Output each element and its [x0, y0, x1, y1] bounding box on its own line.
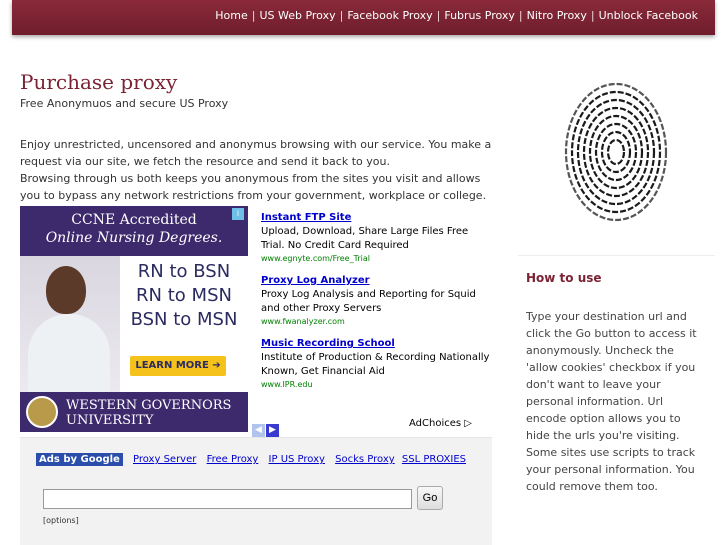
- how-to-use-title: How to use: [526, 271, 602, 285]
- options-link[interactable]: [options]: [43, 516, 79, 525]
- intro-paragraph-1: Enjoy unrestricted, uncensored and anony…: [20, 138, 492, 168]
- how-to-use-text: Type your destination url and click the …: [526, 310, 697, 493]
- banner-top-band: i CCNE Accredited Online Nursing Degrees…: [20, 206, 248, 256]
- next-arrow-icon[interactable]: ▶: [266, 424, 279, 437]
- link-ip-us-proxy[interactable]: IP US Proxy: [269, 454, 325, 465]
- university-name: WESTERN GOVERNORS UNIVERSITY: [66, 398, 232, 428]
- text-ad: Instant FTP Site Upload, Download, Share…: [261, 212, 491, 263]
- nav-nitro-proxy[interactable]: Nitro Proxy: [527, 9, 587, 22]
- intro-text: Enjoy unrestricted, uncensored and anony…: [20, 136, 500, 204]
- nav-unblock-facebook[interactable]: Unblock Facebook: [599, 9, 698, 22]
- learn-more-button[interactable]: LEARN MORE ➔: [130, 356, 226, 376]
- ads-by-google-label[interactable]: Ads by Google: [36, 453, 123, 466]
- text-ad-title[interactable]: Music Recording School: [261, 338, 491, 349]
- text-ad-desc: Proxy Log Analysis and Reporting for Squ…: [261, 289, 476, 314]
- link-free-proxy[interactable]: Free Proxy: [207, 454, 259, 465]
- intro-paragraph-2: Browsing through us both keeps you anony…: [20, 172, 487, 202]
- ad-info-icon[interactable]: i: [232, 208, 244, 220]
- banner-line-1: CCNE Accredited: [71, 212, 197, 228]
- nav-home[interactable]: Home: [215, 9, 247, 22]
- fingerprint-icon: [564, 82, 668, 222]
- banner-degrees: RN to BSN RN to MSN BSN to MSN: [120, 260, 248, 332]
- search-panel: Ads by Google Proxy Server Free Proxy IP…: [20, 437, 492, 545]
- nav-us-web-proxy[interactable]: US Web Proxy: [259, 9, 335, 22]
- top-nav: Home | US Web Proxy | Facebook Proxy | Fubrus …: [215, 9, 698, 22]
- text-ad-title[interactable]: Proxy Log Analyzer: [261, 275, 491, 286]
- header-bar: Home | US Web Proxy | Facebook Proxy | Fubrus …: [12, 0, 715, 35]
- text-ad-url[interactable]: www.egnyte.com/Free_Trial: [261, 254, 491, 263]
- ad-nav: ◀ ▶: [252, 417, 280, 437]
- go-button[interactable]: Go: [417, 486, 443, 510]
- text-ad-desc: Institute of Production & Recording Nati…: [261, 352, 490, 377]
- nav-facebook-proxy[interactable]: Facebook Proxy: [347, 9, 432, 22]
- url-input[interactable]: [43, 489, 412, 509]
- banner-bottom-band: WESTERN GOVERNORS UNIVERSITY: [20, 392, 248, 432]
- adchoices-link[interactable]: AdChoices ▷: [409, 418, 472, 429]
- text-ad-url[interactable]: www.IPR.edu: [261, 380, 491, 389]
- nurse-image: [20, 256, 120, 394]
- banner-line-2: Online Nursing Degrees.: [45, 230, 223, 246]
- prev-arrow-icon[interactable]: ◀: [252, 424, 265, 437]
- degree-3: BSN to MSN: [130, 309, 238, 330]
- link-proxy-server[interactable]: Proxy Server: [133, 454, 196, 465]
- text-ad: Music Recording School Institute of Prod…: [261, 338, 491, 389]
- sidebar-divider: [518, 255, 715, 256]
- text-ad-url[interactable]: www.fwanalyzer.com: [261, 317, 491, 326]
- link-socks-proxy[interactable]: Socks Proxy: [335, 454, 395, 465]
- text-ad: Proxy Log Analyzer Proxy Log Analysis an…: [261, 275, 491, 326]
- banner-ad[interactable]: i CCNE Accredited Online Nursing Degrees…: [20, 206, 248, 432]
- degree-1: RN to BSN: [137, 261, 231, 282]
- degree-2: RN to MSN: [136, 285, 232, 306]
- text-ad-title[interactable]: Instant FTP Site: [261, 212, 491, 223]
- page-subtitle: Free Anonymuos and secure US Proxy: [20, 97, 229, 110]
- university-seal-icon: [26, 396, 58, 428]
- text-ads: Instant FTP Site Upload, Download, Share…: [261, 212, 491, 401]
- text-ad-desc: Upload, Download, Share Large Files Free…: [261, 226, 469, 251]
- link-ssl-proxies[interactable]: SSL PROXIES: [402, 454, 466, 465]
- page-title: Purchase proxy: [20, 70, 178, 94]
- nav-fubrus-proxy[interactable]: Fubrus Proxy: [444, 9, 515, 22]
- link-unit: Ads by Google Proxy Server Free Proxy IP…: [36, 453, 466, 466]
